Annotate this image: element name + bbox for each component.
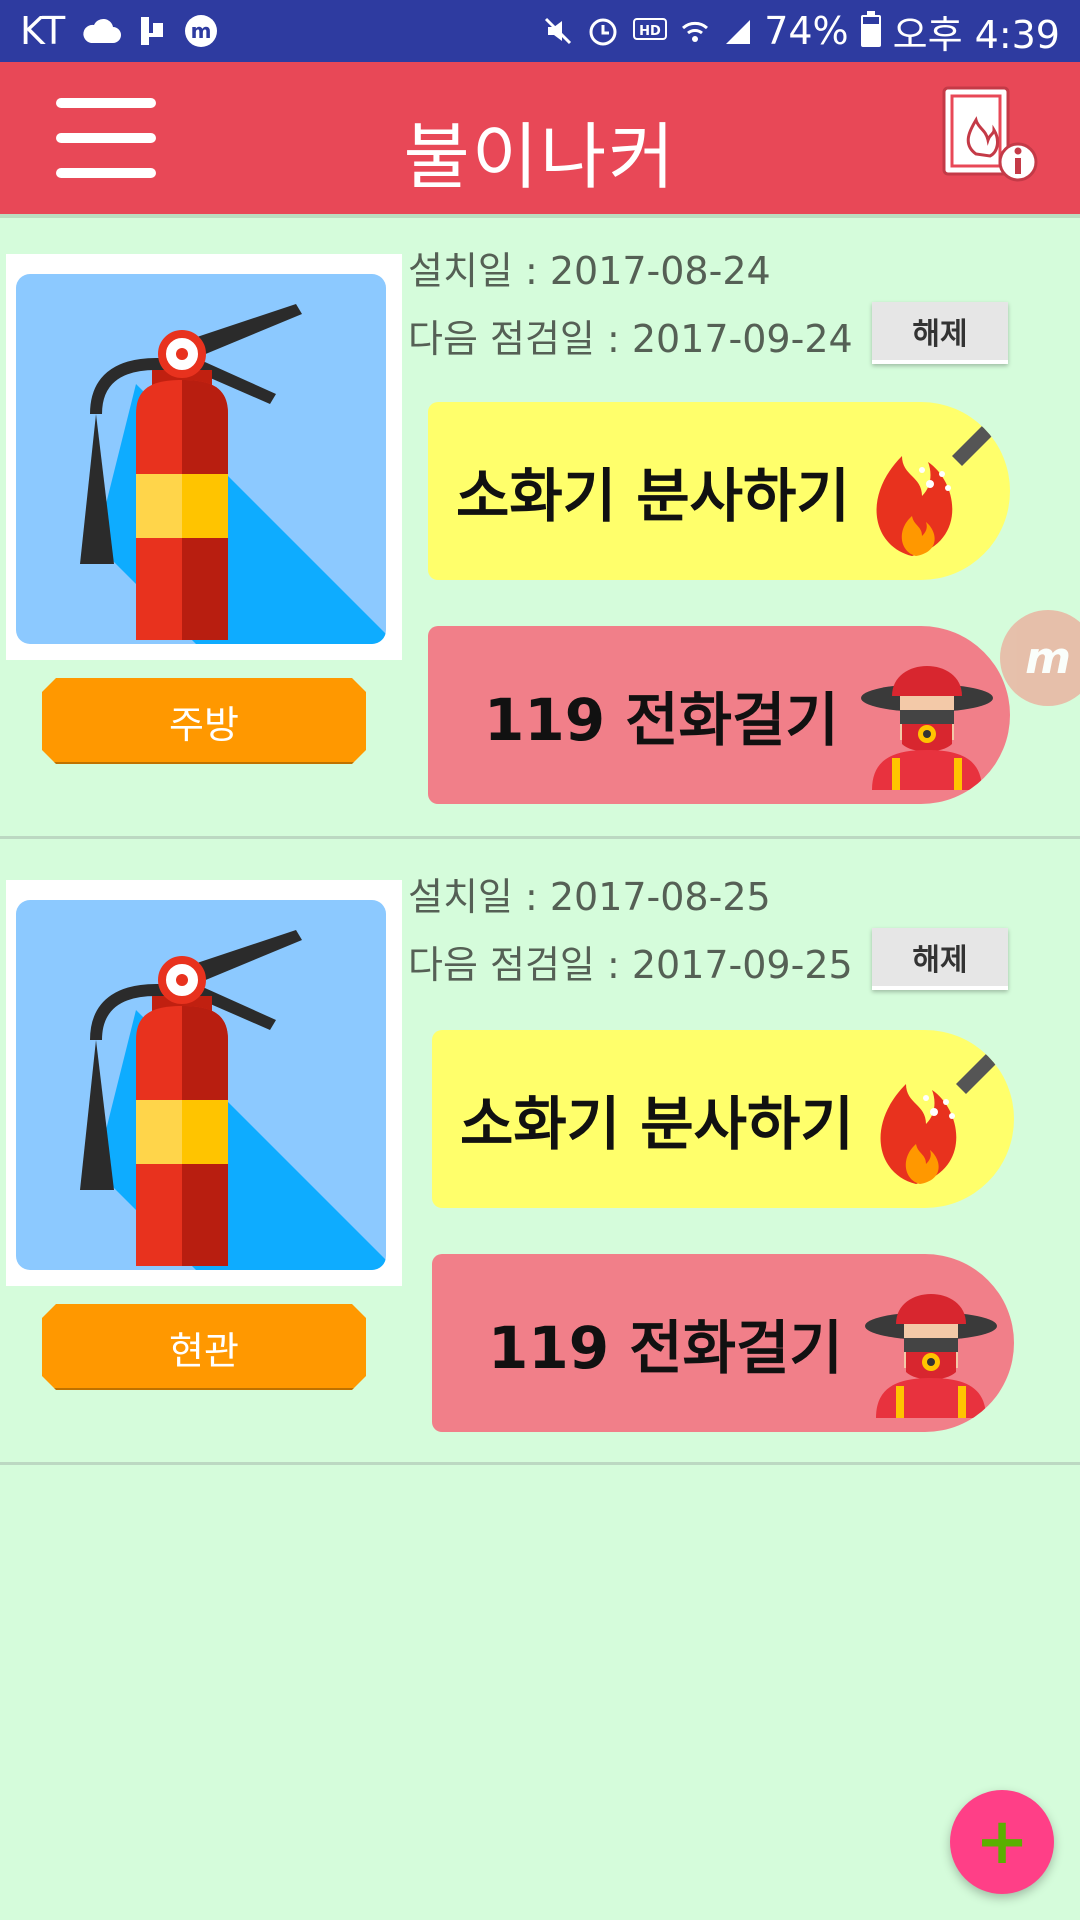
spray-label: 소화기 분사하기 (456, 462, 850, 530)
install-date: 설치일 : 2017-08-24 (408, 249, 771, 293)
spray-extinguisher-button[interactable]: 소화기 분사하기 (428, 402, 1010, 580)
status-left: KT m (0, 9, 219, 53)
call-label: 119 전화걸기 (488, 1314, 843, 1382)
cloud-icon (81, 17, 122, 45)
hd-icon: HD (632, 17, 668, 45)
extinguisher-card: 주방 설치일 : 2017-08-24 다음 점검일 : 2017-09-24 … (0, 218, 1080, 839)
call-119-button[interactable]: 119 전화걸기 (432, 1254, 1014, 1432)
fire-spray-icon (856, 1044, 1006, 1194)
status-right: HD 74% 오후 4:39 (542, 4, 1080, 59)
spray-extinguisher-button[interactable]: 소화기 분사하기 (432, 1030, 1014, 1208)
install-date: 설치일 : 2017-08-25 (408, 875, 771, 919)
release-button[interactable]: 해제 (872, 302, 1008, 364)
extinguisher-image (6, 254, 402, 660)
add-extinguisher-button[interactable]: + (950, 1790, 1054, 1894)
extinguisher-card: 현관 설치일 : 2017-08-25 다음 점검일 : 2017-09-25 … (0, 844, 1080, 1465)
location-badge[interactable]: 주방 (42, 678, 366, 764)
next-inspection-date: 다음 점검일 : 2017-09-24 (408, 317, 853, 361)
wifi-icon (680, 16, 710, 46)
battery-fill (862, 24, 879, 45)
clock: 오후 4:39 (892, 12, 1060, 57)
firefighter-icon (856, 1268, 1006, 1418)
carrier-label: KT (20, 9, 66, 53)
release-button[interactable]: 해제 (872, 928, 1008, 990)
call-label: 119 전화걸기 (484, 686, 839, 754)
messenger-icon: m (183, 13, 219, 49)
app-bar: 불이나커 (0, 62, 1080, 214)
fire-spray-icon (852, 416, 1002, 566)
extinguisher-panel (16, 274, 386, 644)
call-119-button[interactable]: 119 전화걸기 (428, 626, 1010, 804)
spray-label: 소화기 분사하기 (460, 1090, 854, 1158)
extinguisher-image (6, 880, 402, 1286)
usb-icon (137, 13, 167, 49)
svg-text:m: m (1025, 633, 1071, 683)
battery-percent: 74% (764, 9, 849, 53)
firefighter-icon (852, 640, 1002, 790)
app-title: 불이나커 (403, 115, 677, 199)
fire-info-icon[interactable] (940, 84, 1040, 184)
extinguisher-panel (16, 900, 386, 1270)
signal-icon (722, 16, 752, 46)
alarm-icon (586, 14, 620, 48)
svg-text:m: m (191, 19, 212, 43)
next-inspection-date: 다음 점검일 : 2017-09-25 (408, 943, 853, 987)
battery-icon (860, 11, 881, 47)
location-badge[interactable]: 현관 (42, 1304, 366, 1390)
svg-text:HD: HD (639, 24, 661, 39)
mute-icon (542, 15, 574, 47)
status-bar: KT m HD 74% 오후 4:39 (0, 0, 1080, 62)
